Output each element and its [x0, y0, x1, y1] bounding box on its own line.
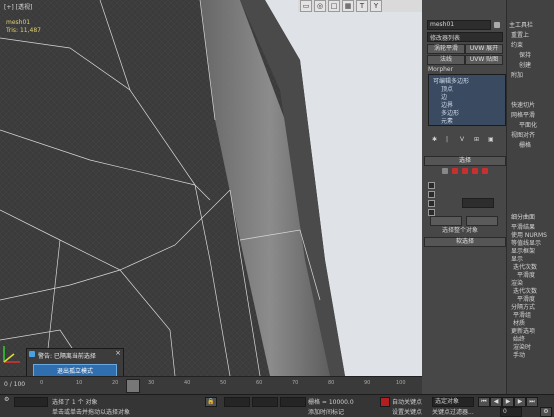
next-frame-icon[interactable]: ▶	[514, 397, 526, 407]
tick-label: 70	[292, 380, 299, 386]
turbosmooth-button[interactable]: 涡轮平滑	[427, 44, 465, 54]
keep-label[interactable]: 保持	[519, 50, 531, 59]
border-icon[interactable]	[462, 168, 468, 174]
modify-panel: mesh01 修改器列表 涡轮平滑 UVW 展开 法线 UVW 贴图 Morph…	[422, 0, 507, 394]
polygon-icon[interactable]	[472, 168, 478, 174]
reset-label[interactable]: 重置上	[511, 30, 529, 39]
vertex-icon[interactable]	[442, 168, 448, 174]
pin-icon[interactable]: ✱	[432, 136, 437, 143]
show-end-icon[interactable]: |	[446, 136, 448, 143]
stats-object: mesh01	[6, 19, 31, 26]
auto-key-icon[interactable]	[380, 397, 390, 407]
key-filters-button[interactable]: 关键点过滤器...	[432, 407, 474, 416]
info-icon	[29, 351, 35, 357]
minimize-icon[interactable]: ▭	[300, 0, 312, 12]
command-panel: mesh01 修改器列表 涡轮平滑 UVW 展开 法线 UVW 贴图 Morph…	[422, 0, 554, 394]
prev-frame-icon[interactable]: ◀	[490, 397, 502, 407]
tick-label: 100	[396, 380, 406, 386]
uvw-map-button[interactable]: UVW 贴图	[465, 55, 503, 65]
grid-icon[interactable]: ▦	[342, 0, 354, 12]
right-subpanel: 主工具栏 重置上 约束 保持 创建 附加 快速切片 网格平滑 平面化 视图对齐 …	[507, 0, 554, 394]
modifier-list-dropdown[interactable]: 修改器列表	[427, 32, 503, 42]
timeline[interactable]: 0 / 100 0 10 20 30 40 50 60 70 80 90 100	[0, 376, 422, 395]
target-icon[interactable]: ◎	[314, 0, 326, 12]
goto-end-icon[interactable]: ⏭	[526, 397, 538, 407]
stack-item[interactable]: 元素	[441, 116, 453, 125]
status-bar: ⚙ 选择了 1 个 对象 单击或单击并拖动以选择对象 🔒 栅格 = 10000.…	[0, 394, 554, 417]
edge-icon[interactable]	[452, 168, 458, 174]
maxscript-listener[interactable]	[14, 397, 48, 407]
panel-title: 主工具栏	[509, 22, 534, 29]
add-time-tag[interactable]: 添加时间标记	[308, 407, 344, 416]
checkbox[interactable]	[428, 182, 435, 189]
normal-button[interactable]: 法线	[427, 55, 465, 65]
uvw-unwrap-button[interactable]: UVW 展开	[465, 44, 503, 54]
constraint-label: 约束	[511, 42, 524, 49]
tool-icon[interactable]: Y	[370, 0, 382, 12]
goto-start-icon[interactable]: ⏮	[478, 397, 490, 407]
tick-label: 0	[40, 380, 44, 386]
x-coord-field[interactable]	[224, 397, 250, 407]
rollout-select[interactable]: 选择	[424, 156, 506, 166]
axis-gizmo-icon	[3, 346, 20, 363]
checkbox[interactable]	[428, 191, 435, 198]
create-label[interactable]: 创建	[519, 60, 531, 69]
checkbox[interactable]	[428, 200, 435, 207]
selected-object-dropdown[interactable]: 选定对象	[432, 397, 474, 407]
z-coord-field[interactable]	[280, 397, 306, 407]
select-all-text: 选择整个对象	[442, 227, 479, 234]
morpher-label[interactable]: Morpher	[428, 66, 453, 73]
subdivide-surface-label: 细分曲面	[511, 214, 536, 221]
attach-label[interactable]: 附加	[511, 70, 523, 79]
rollout-soft-selection[interactable]: 软选择	[424, 237, 506, 247]
tick-label: 30	[148, 380, 155, 386]
manually-label[interactable]: 手动	[513, 350, 525, 359]
meshsmooth-label[interactable]: 网格平滑	[511, 110, 535, 119]
tick-label: 40	[184, 380, 191, 386]
frame-counter: 0 / 100	[4, 381, 26, 388]
lock-icon[interactable]: 🔒	[205, 397, 217, 407]
time-slider-handle[interactable]	[126, 379, 140, 393]
viewport-toolbar: ▭ ◎ □ ▦ T Y	[298, 0, 422, 12]
viewport-stats: mesh01 Tris: 11,487	[6, 19, 41, 35]
planarize-label[interactable]: 平面化	[519, 120, 537, 129]
viewport-label[interactable]: [+] [透视]	[4, 2, 32, 11]
viewport[interactable]: [+] [透视] mesh01 Tris: 11,487 ▭ ◎ □ ▦ T Y	[0, 0, 422, 376]
grid-label[interactable]: 栅格	[519, 140, 531, 149]
checkbox[interactable]	[428, 209, 435, 216]
tick-label: 60	[256, 380, 263, 386]
color-swatch[interactable]	[494, 22, 500, 28]
y-coord-field[interactable]	[252, 397, 278, 407]
stack-toolbar: ✱ | V ⊞ ▣	[432, 136, 502, 144]
tick-label: 20	[112, 380, 119, 386]
auto-key-label[interactable]: 自动关键点	[392, 397, 422, 406]
subobject-icons	[442, 168, 492, 176]
modifier-stack[interactable]: 可编辑多边形 顶点 边 边界 多边形 元素	[428, 74, 506, 126]
mesh-render	[0, 0, 345, 376]
tick-label: 10	[76, 380, 83, 386]
maxscript-icon[interactable]: ⚙	[4, 396, 9, 403]
set-key-label[interactable]: 设置关键点	[392, 407, 422, 416]
object-name-field[interactable]: mesh01	[427, 20, 491, 30]
tick-label: 50	[220, 380, 227, 386]
quickslice-label[interactable]: 快速切片	[511, 100, 535, 109]
square-icon[interactable]: □	[328, 0, 340, 12]
unique-icon[interactable]: V	[460, 136, 464, 143]
tick-label: 90	[364, 380, 371, 386]
play-icon[interactable]: ▶	[502, 397, 514, 407]
config-icon[interactable]: ▣	[488, 136, 494, 143]
view-align-label[interactable]: 视图对齐	[511, 130, 535, 139]
stats-tris: Tris: 11,487	[6, 27, 41, 34]
remove-icon[interactable]: ⊞	[474, 136, 479, 143]
grid-size: 栅格 = 10000.0	[308, 399, 354, 406]
popup-title: 警告: 已隔离当前选择	[38, 353, 96, 360]
threshold-field[interactable]	[462, 198, 494, 208]
selection-status: 选择了 1 个 对象	[52, 399, 98, 406]
prompt-hint: 单击或单击并拖动以选择对象	[52, 409, 131, 416]
text-icon[interactable]: T	[356, 0, 368, 12]
close-icon[interactable]: ×	[115, 349, 121, 357]
tick-label: 80	[328, 380, 335, 386]
element-icon[interactable]	[482, 168, 488, 174]
